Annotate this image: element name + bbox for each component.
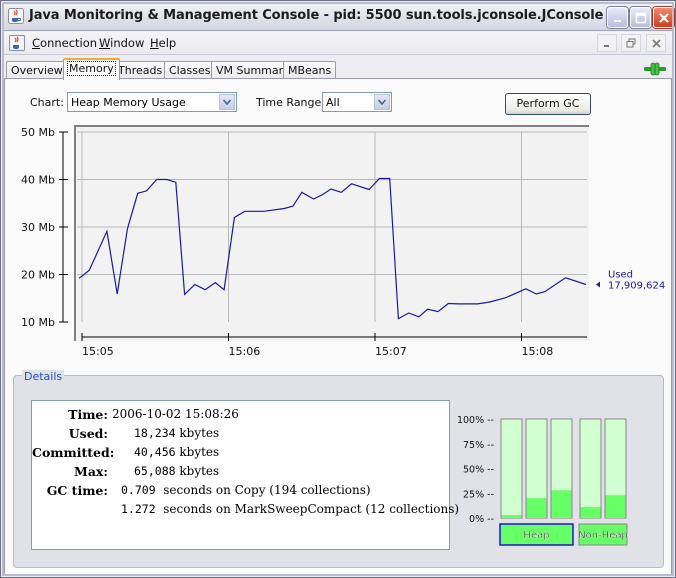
tab-label: Classes xyxy=(169,64,211,77)
close-icon xyxy=(658,12,669,23)
connected-plug-icon xyxy=(644,62,666,76)
y-tick-label: 10 Mb xyxy=(21,316,55,329)
y-tick-label: 40 Mb xyxy=(21,174,55,187)
menu-window[interactable]: Window xyxy=(99,36,144,50)
java-coffee-cup-icon xyxy=(8,8,24,24)
tab-label: Memory xyxy=(67,61,116,76)
maximize-icon xyxy=(635,12,646,23)
minimize-icon xyxy=(604,45,609,47)
legend-series-value: 17,909,624 xyxy=(608,280,665,291)
tab-label: MBeans xyxy=(288,64,332,77)
jconsole-window: Java Monitoring & Management Console - p… xyxy=(0,0,676,578)
tab-memory[interactable]: Memory xyxy=(63,58,120,80)
internal-close-button[interactable] xyxy=(646,34,666,52)
pool-scale-label: 25% -- xyxy=(463,489,494,500)
x-tick-label: 15:07 xyxy=(375,345,407,358)
pool-bar-fill xyxy=(526,498,547,518)
tab-mbeans[interactable]: MBeans xyxy=(283,61,337,79)
legend-series-name: Used xyxy=(608,269,633,280)
menu-bar: Connection Window Help xyxy=(4,32,672,55)
details-panel: Details Time: 2006-10-02 15:08:26 Used: … xyxy=(13,370,664,568)
pool-bar-fill xyxy=(501,515,522,518)
heap-memory-chart: 10 Mb 20 Mb 30 Mb 40 Mb 50 Mb 15:05 15:06 15:0… xyxy=(21,125,665,358)
close-icon xyxy=(651,38,661,48)
java-coffee-cup-icon[interactable] xyxy=(9,35,25,51)
internal-restore-button[interactable] xyxy=(621,34,641,52)
chart-plot-area xyxy=(75,126,589,341)
legend-pointer-icon xyxy=(596,281,600,288)
menu-connection[interactable]: Connection xyxy=(32,36,97,50)
pool-scale-label: 100% -- xyxy=(457,415,494,426)
memory-pool-bars: 100% -- 75% -- 50% -- 25% -- 0% -- Heap Non-H… xyxy=(457,415,628,546)
minimize-icon xyxy=(613,19,621,22)
tab-label: Overview xyxy=(11,64,63,77)
pool-group-label: Non-Heap xyxy=(578,530,628,541)
pool-scale-label: 50% -- xyxy=(463,465,494,476)
tab-label: Threads xyxy=(118,64,163,77)
maximize-button[interactable] xyxy=(630,7,651,28)
window-title: Java Monitoring & Management Console - p… xyxy=(29,8,604,23)
minimize-button[interactable] xyxy=(607,7,628,28)
tab-label: VM Summary xyxy=(216,64,290,77)
internal-minimize-button[interactable] xyxy=(597,34,617,52)
pool-bar-fill xyxy=(580,507,601,518)
title-bar[interactable]: Java Monitoring & Management Console - p… xyxy=(2,2,674,31)
pool-bar-fill xyxy=(605,495,626,518)
tab-threads[interactable]: Threads xyxy=(113,61,168,79)
y-tick-label: 50 Mb xyxy=(21,126,55,139)
pool-group-label: Heap xyxy=(523,530,549,541)
close-button[interactable] xyxy=(653,7,674,28)
x-tick-label: 15:06 xyxy=(229,345,261,358)
tab-classes[interactable]: Classes xyxy=(164,61,216,79)
pool-scale-label: 0% -- xyxy=(469,514,494,525)
x-tick-label: 15:05 xyxy=(82,345,114,358)
x-tick-label: 15:08 xyxy=(522,345,554,358)
pool-bar-fill xyxy=(551,490,572,518)
tab-overview[interactable]: Overview xyxy=(6,61,68,79)
restore-icon xyxy=(626,38,636,48)
y-tick-label: 30 Mb xyxy=(21,221,55,234)
memory-tab-panel: Chart: Heap Memory Usage Time Range: All… xyxy=(4,78,672,575)
pool-bar[interactable] xyxy=(500,418,523,519)
y-tick-label: 20 Mb xyxy=(21,269,55,282)
pool-scale-label: 75% -- xyxy=(463,440,494,451)
pool-bar[interactable] xyxy=(579,418,602,519)
tab-strip: Overview Memory Threads Classes VM Summa… xyxy=(4,57,672,80)
menu-help[interactable]: Help xyxy=(150,36,176,50)
